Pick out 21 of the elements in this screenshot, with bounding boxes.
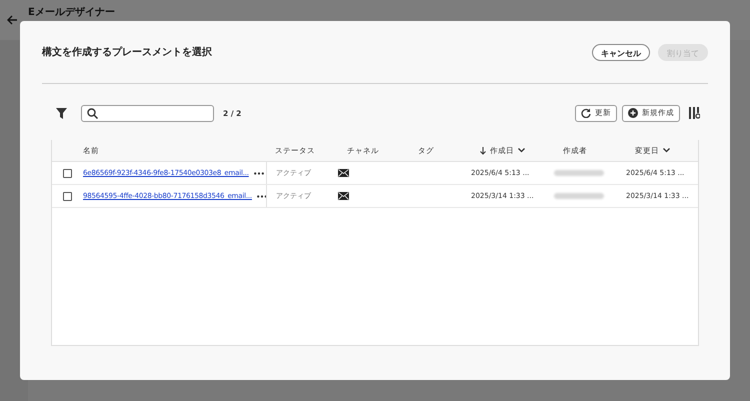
down-arrow-icon xyxy=(480,146,486,154)
refresh-icon xyxy=(581,108,591,118)
more-icon[interactable] xyxy=(256,194,267,198)
row-checkbox[interactable] xyxy=(63,192,72,200)
row-checkbox[interactable] xyxy=(63,168,72,178)
search-field[interactable] xyxy=(81,104,214,122)
chevron-down-icon xyxy=(663,148,670,153)
plus-circle-icon xyxy=(628,108,638,118)
envelope-icon xyxy=(338,169,349,177)
filter-icon[interactable] xyxy=(56,108,67,118)
back-arrow-icon[interactable] xyxy=(6,14,18,26)
more-icon[interactable] xyxy=(254,172,264,174)
cancel-button[interactable]: キャンセル xyxy=(592,44,650,60)
dialog-title: 構文を作成するプレースメントを選択 xyxy=(42,45,212,59)
blurred-name xyxy=(554,170,604,176)
column-settings-icon[interactable] xyxy=(689,107,700,119)
search-icon xyxy=(87,108,98,118)
envelope-icon xyxy=(338,192,349,200)
blurred-name xyxy=(554,193,604,199)
chevron-down-icon xyxy=(518,148,525,153)
app-title: Eメールデザイナー xyxy=(28,6,115,19)
